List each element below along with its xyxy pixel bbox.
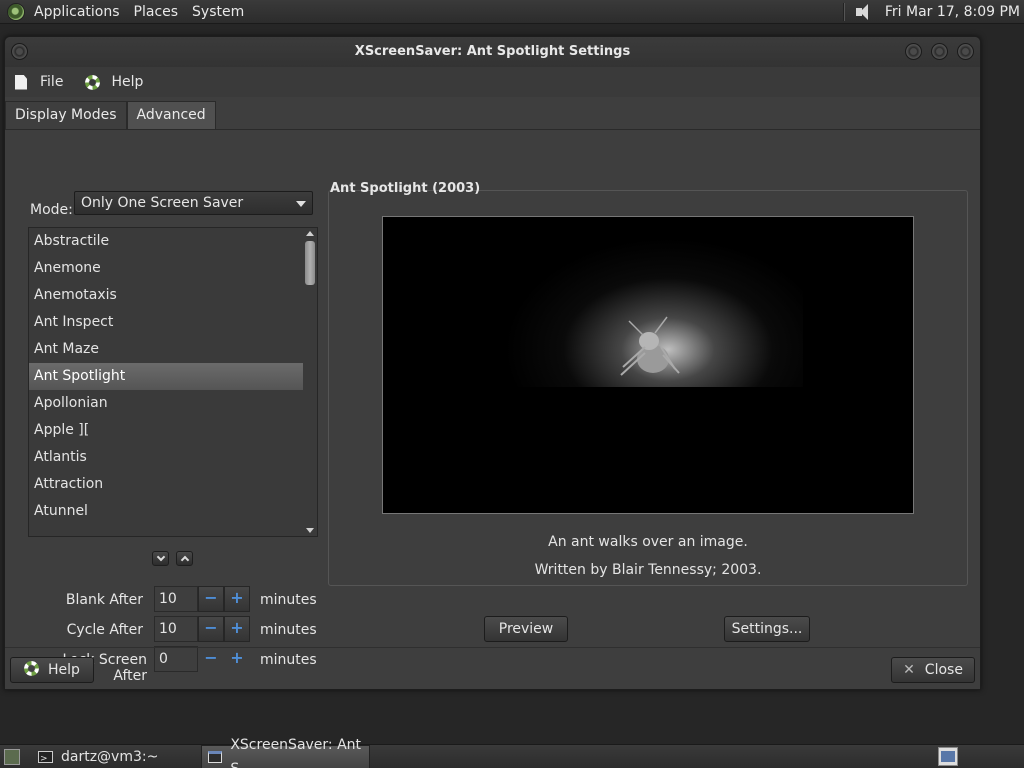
scroll-down-arrow-icon[interactable] [306, 528, 314, 533]
taskbar-item-label: dartz@vm3:~ [61, 749, 159, 765]
volume-speaker-icon[interactable] [855, 3, 875, 21]
list-item[interactable]: Atunnel [29, 498, 304, 525]
bottom-separator [5, 647, 980, 648]
scrollbar-thumb[interactable] [305, 241, 315, 285]
show-desktop-icon[interactable] [4, 749, 20, 765]
panel-menubar: Applications Places System [0, 0, 251, 24]
list-item[interactable]: Anemotaxis [29, 282, 304, 309]
help-lifebuoy-icon [24, 661, 40, 676]
help-button[interactable]: Help [10, 657, 94, 683]
file-menu-label: File [40, 74, 64, 90]
maximize-icon[interactable] [931, 43, 948, 60]
chevron-down-icon [156, 552, 165, 562]
bottom-panel: dartz@vm3:~ XScreenSaver: Ant S... [0, 737, 1024, 768]
blank-after-unit: minutes [260, 592, 317, 608]
cycle-after-input[interactable]: 10 [154, 616, 198, 642]
tab-display-modes[interactable]: Display Modes [5, 101, 127, 129]
chevron-up-icon [180, 555, 189, 565]
window-titlebar[interactable]: XScreenSaver: Ant Spotlight Settings [5, 37, 980, 67]
mode-dropdown[interactable]: Only One Screen Saver [74, 191, 313, 215]
window-title: XScreenSaver: Ant Spotlight Settings [354, 44, 631, 59]
saver-credit: Written by Blair Tennessy; 2003. [534, 562, 762, 578]
taskbar-item-xscreensaver[interactable]: XScreenSaver: Ant S... [201, 737, 370, 768]
list-item[interactable]: Atlantis [29, 444, 304, 471]
settings-window: XScreenSaver: Ant Spotlight Settings Fil… [4, 36, 981, 690]
saver-preview-image [382, 216, 914, 514]
next-saver-button[interactable] [152, 551, 169, 566]
cycle-after-unit: minutes [260, 622, 317, 638]
preview-button[interactable]: Preview [484, 616, 568, 642]
list-item[interactable]: Apollonian [29, 390, 304, 417]
places-menu[interactable]: Places [127, 4, 186, 20]
panel-clock[interactable]: Fri Mar 17, 8:09 PM [885, 4, 1020, 20]
close-x-icon: ✕ [903, 662, 915, 678]
menubar: File Help [5, 67, 980, 97]
list-item[interactable]: Attraction [29, 471, 304, 498]
cycle-after-decrement[interactable]: − [198, 616, 224, 642]
list-item[interactable]: Abstractile [29, 228, 304, 255]
lock-screen-after-input[interactable]: 0 [154, 646, 198, 672]
help-menu-label: Help [111, 74, 144, 90]
screensaver-list[interactable]: Abstractile Anemone Anemotaxis Ant Inspe… [28, 227, 318, 537]
file-menu[interactable]: File [15, 74, 63, 90]
applications-menu[interactable]: Applications [27, 4, 127, 20]
list-item-selected[interactable]: Ant Spotlight [29, 363, 304, 390]
list-item[interactable]: Ant Maze [29, 336, 304, 363]
distro-logo-icon[interactable] [7, 2, 25, 21]
ant-figure [620, 316, 680, 376]
terminal-icon [38, 747, 53, 768]
list-item[interactable]: Apple ][ [29, 417, 304, 444]
blank-after-decrement[interactable]: − [198, 586, 224, 612]
settings-button[interactable]: Settings... [724, 616, 810, 642]
saver-description: An ant walks over an image. [548, 534, 748, 550]
top-panel: Applications Places System Fri Mar 17, 8… [0, 0, 1024, 24]
close-button[interactable]: ✕ Close [891, 657, 975, 683]
lock-screen-after-increment[interactable]: + [224, 646, 250, 672]
blank-after-label: Blank After [65, 592, 143, 608]
display-modes-panel: Mode: Only One Screen Saver Abstractile … [5, 129, 980, 684]
list-scrollbar[interactable] [303, 228, 317, 536]
tab-bar: Display Modes Advanced [5, 101, 216, 129]
help-button-label: Help [48, 662, 80, 678]
blank-after-increment[interactable]: + [224, 586, 250, 612]
list-item[interactable]: Ant Inspect [29, 309, 304, 336]
window-menu-icon[interactable] [11, 43, 28, 60]
saver-title: Ant Spotlight (2003) [330, 181, 481, 196]
close-button-label: Close [924, 662, 963, 678]
cycle-after-label: Cycle After [66, 622, 143, 638]
cycle-after-increment[interactable]: + [224, 616, 250, 642]
document-icon [15, 74, 27, 90]
help-menu[interactable]: Help [85, 74, 143, 90]
panel-separator [842, 3, 845, 21]
window-close-icon[interactable] [957, 43, 974, 60]
previous-saver-button[interactable] [176, 551, 193, 566]
window-icon [208, 751, 223, 763]
lock-screen-after-unit: minutes [260, 652, 317, 668]
mode-dropdown-value: Only One Screen Saver [81, 195, 244, 211]
lock-screen-after-decrement[interactable]: − [198, 646, 224, 672]
taskbar-item-terminal[interactable]: dartz@vm3:~ [32, 745, 192, 768]
list-item[interactable]: Anemone [29, 255, 304, 282]
minimize-icon[interactable] [905, 43, 922, 60]
panel-tray: Fri Mar 17, 8:09 PM [842, 0, 1024, 24]
tab-advanced[interactable]: Advanced [126, 101, 216, 129]
dropdown-arrow-icon [296, 201, 306, 207]
blank-after-input[interactable]: 10 [154, 586, 198, 612]
workspace-switcher[interactable] [938, 747, 958, 766]
mode-label: Mode: [30, 202, 73, 218]
taskbar-item-label: XScreenSaver: Ant S... [230, 737, 362, 768]
system-menu[interactable]: System [185, 4, 251, 20]
help-lifebuoy-icon [85, 74, 101, 90]
scroll-up-arrow-icon[interactable] [306, 231, 314, 236]
